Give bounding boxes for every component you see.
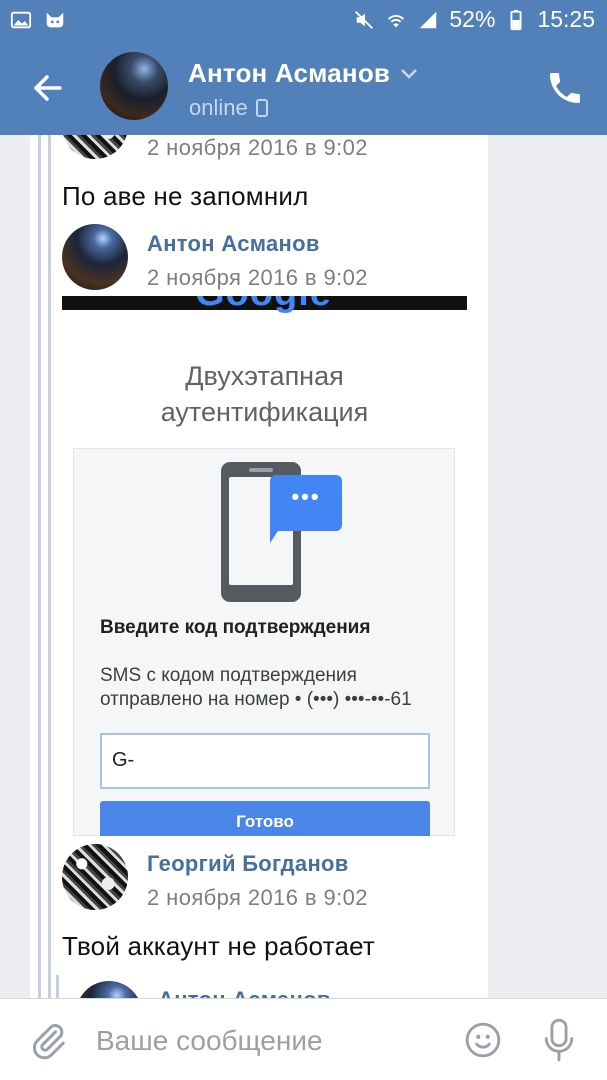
status-bar: 52% 15:25 (0, 0, 607, 42)
done-button[interactable]: Готово (100, 801, 430, 836)
contact-name[interactable]: Антон Асманов (188, 58, 418, 89)
forward-line (48, 135, 51, 998)
message-author[interactable]: Георгий Богданов (147, 851, 349, 877)
emoji-icon[interactable] (464, 1021, 502, 1059)
phone-speaker (249, 468, 273, 472)
verification-heading: Введите код подтверждения (100, 617, 371, 638)
mobile-icon (255, 99, 268, 117)
chat-margin-left (0, 135, 30, 998)
contact-status: online (189, 95, 268, 121)
top-bar: 52% 15:25 Антон Асманов online (0, 0, 607, 135)
screenshot-attachment[interactable]: Google Двухэтапная аутентификация ••• Вв… (62, 296, 467, 836)
verification-body-line1: SMS с кодом подтверждения (100, 665, 357, 686)
verification-code-field[interactable]: G- (100, 733, 430, 789)
battery-icon (510, 9, 522, 30)
sms-bubble-tail (270, 519, 286, 543)
message-author[interactable]: Антон Асманов (158, 987, 331, 998)
verification-body: SMS с кодом подтверждения отправлено на … (100, 664, 440, 712)
forward-line (56, 975, 59, 998)
message-text: По аве не запомнил (62, 181, 309, 211)
signal-icon (420, 11, 437, 28)
chevron-down-icon (401, 68, 417, 79)
avatar[interactable] (62, 224, 128, 290)
back-arrow-icon[interactable] (28, 68, 68, 108)
verification-card: ••• Введите код подтверждения SMS с кодо… (73, 448, 455, 836)
auth-title-line2: аутентификация (160, 397, 369, 427)
cat-icon (46, 12, 64, 28)
avatar[interactable] (62, 844, 128, 910)
message-composer (0, 998, 607, 1080)
chat-header: Антон Асманов online (0, 42, 607, 135)
attach-icon[interactable] (28, 1021, 68, 1061)
mic-icon[interactable] (542, 1017, 576, 1063)
forward-line (38, 135, 41, 998)
wifi-icon (388, 14, 405, 27)
message-author[interactable]: Антон Асманов (147, 231, 320, 257)
google-logo: Google (195, 296, 332, 315)
battery-percent: 52% (449, 6, 496, 32)
auth-title-line1: Двухэтапная (185, 361, 344, 391)
message-date: 2 ноября 2016 в 9:02 (147, 885, 368, 910)
contact-status-text: online (189, 95, 248, 120)
contact-name-text: Антон Асманов (188, 58, 391, 88)
message-list[interactable]: 2 ноября 2016 в 9:02 По аве не запомнил … (30, 135, 488, 998)
message-text: Твой аккаунт не работает (62, 931, 376, 961)
mute-icon (355, 10, 374, 29)
chat-margin-right (488, 135, 607, 998)
avatar[interactable] (62, 135, 128, 159)
clock: 15:25 (537, 6, 595, 32)
phone-icon[interactable] (545, 68, 585, 108)
message-input[interactable] (96, 1021, 446, 1061)
image-icon (10, 11, 32, 29)
verification-body-line2: отправлено на номер • (•••) •••-••-61 (100, 689, 412, 710)
message-date: 2 ноября 2016 в 9:02 (147, 265, 368, 290)
message-date: 2 ноября 2016 в 9:02 (147, 135, 368, 160)
contact-avatar[interactable] (100, 52, 168, 120)
avatar[interactable] (76, 981, 142, 998)
